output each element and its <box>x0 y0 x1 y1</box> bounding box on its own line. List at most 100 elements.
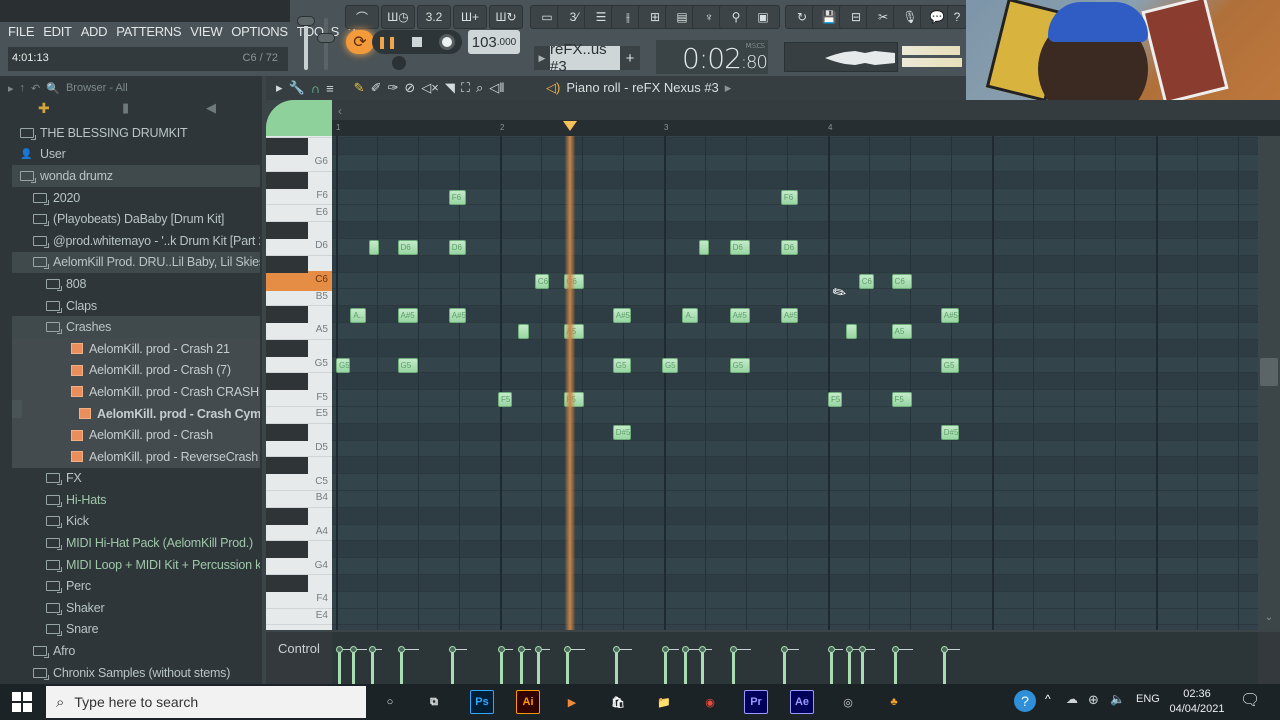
file-explorer-icon[interactable]: 📁 <box>652 690 676 714</box>
wait-record-button[interactable]: Ш◷ <box>381 5 415 29</box>
pattern-name[interactable]: reFX..us #3 <box>550 41 620 75</box>
tempo-display[interactable]: 103.000 <box>468 30 520 54</box>
velocity-handle[interactable] <box>828 646 835 653</box>
black-key[interactable] <box>266 171 308 189</box>
velocity-handle[interactable] <box>350 646 358 653</box>
velocity-stem[interactable] <box>700 650 704 684</box>
loop-record-button[interactable]: Ш↻ <box>489 5 523 29</box>
velocity-handle[interactable] <box>729 646 737 653</box>
menu-file[interactable]: FILE <box>8 24 35 44</box>
control-label[interactable]: Control <box>278 641 320 656</box>
note[interactable]: C6 <box>891 274 913 289</box>
black-key[interactable] <box>266 222 308 239</box>
countdown-button[interactable]: 3.2 <box>417 5 451 29</box>
velocity-stem[interactable] <box>499 650 503 684</box>
note[interactable]: A.. <box>682 307 699 323</box>
browser-item[interactable]: Crashes <box>12 316 260 338</box>
browser-item[interactable]: wonda drumz <box>12 165 260 187</box>
note[interactable]: D6 <box>729 240 751 256</box>
brush-icon[interactable]: ✐ <box>371 80 382 96</box>
velocity-handle[interactable] <box>612 646 620 653</box>
master-volume-handle[interactable] <box>297 16 315 26</box>
note[interactable]: G5 <box>397 358 418 373</box>
step-edit-button[interactable]: Ш+ <box>453 5 487 29</box>
note[interactable]: G5 <box>729 358 751 373</box>
menu-patterns[interactable]: PATTERNS <box>116 24 181 44</box>
black-key[interactable] <box>266 575 308 592</box>
velocity-stem[interactable] <box>450 650 454 684</box>
playback-icon[interactable]: ◁‖ <box>489 80 504 96</box>
menu-view[interactable]: VIEW <box>190 24 222 44</box>
window-button[interactable]: ▣ <box>746 5 780 29</box>
velocity-handle[interactable] <box>448 646 456 653</box>
browser-item[interactable]: Chronix Samples (without stems) <box>12 662 260 684</box>
up-arrow-icon[interactable]: ↑ <box>20 82 26 94</box>
add-pattern-button[interactable]: + <box>620 46 640 70</box>
onedrive-icon[interactable]: ☁ <box>1066 692 1078 706</box>
velocity-stem[interactable] <box>338 650 341 684</box>
browser-item[interactable]: 2020 <box>12 187 260 209</box>
start-button[interactable] <box>12 692 32 712</box>
notifications-icon[interactable]: 🗨 <box>1240 690 1260 710</box>
stop-button[interactable] <box>402 30 432 54</box>
show-hidden-icons[interactable]: ^ <box>1045 692 1051 706</box>
browser-item[interactable]: Snare <box>12 619 260 641</box>
velocity-handle[interactable] <box>336 646 343 653</box>
velocity-handle[interactable] <box>534 646 542 653</box>
browser-item[interactable]: AelomKill. prod - Crash 21 <box>12 337 260 360</box>
master-pitch-slider[interactable] <box>324 18 328 70</box>
velocity-stem[interactable] <box>520 650 524 684</box>
note[interactable]: F5 <box>828 391 843 407</box>
velocity-stem[interactable] <box>893 650 897 684</box>
pause-button[interactable]: ❚❚ <box>372 30 402 54</box>
bar-ruler[interactable] <box>332 120 1280 136</box>
velocity-handle[interactable] <box>518 646 526 653</box>
velocity-stem[interactable] <box>731 650 735 684</box>
cortana-icon[interactable]: ○ <box>378 690 402 714</box>
note[interactable]: A#5 <box>448 307 466 323</box>
velocity-handle[interactable] <box>497 646 505 653</box>
delete-icon[interactable]: ⊘ <box>404 80 415 96</box>
browser-item[interactable]: Kick <box>12 511 260 533</box>
expand-arrow-icon[interactable]: ▸ <box>8 82 14 95</box>
task-view-icon[interactable]: ⧉ <box>422 690 446 714</box>
photoshop-icon[interactable]: Ps <box>470 690 494 714</box>
browser-item[interactable]: AelomKill. prod - ReverseCrash <box>12 445 260 468</box>
velocity-stem[interactable] <box>370 650 374 684</box>
pattern-prev-button[interactable]: ▶ <box>534 46 550 70</box>
note[interactable]: F5 <box>497 391 513 407</box>
menu-icon[interactable]: ≡ <box>326 81 334 96</box>
velocity-handle[interactable] <box>940 646 948 653</box>
search-icon[interactable]: 🔍 <box>46 82 60 95</box>
wrench-icon[interactable]: 🔧 <box>289 80 305 96</box>
note[interactable]: D6 <box>780 240 799 256</box>
menu-edit[interactable]: EDIT <box>43 24 72 44</box>
piano-keyboard[interactable]: G6 F6 E6 D6 C6 B5 A5 G5 F5 E5 D5 C5 B4 A4 G4 F4 E4 <box>266 136 332 630</box>
record-button[interactable] <box>432 30 462 54</box>
browser-item[interactable]: THE BLESSING DRUMKIT <box>12 122 260 144</box>
note[interactable] <box>518 324 529 340</box>
store-icon[interactable]: 🛍 <box>606 690 630 714</box>
velocity-handle[interactable] <box>891 646 899 653</box>
browser-item[interactable]: MIDI Loop + MIDI Kit + Percussion kit <box>12 554 260 576</box>
velocity-handle[interactable] <box>698 646 706 653</box>
metronome-button[interactable]: ⌒ <box>345 5 379 29</box>
note[interactable]: A.. <box>350 307 366 323</box>
browser-item[interactable]: AelomKill. prod - Crash CRASH ups <box>12 381 260 403</box>
black-key[interactable] <box>266 138 308 155</box>
browser-item[interactable]: 👤 User <box>12 144 260 166</box>
vertical-scroll-thumb[interactable] <box>1260 358 1278 386</box>
note[interactable] <box>846 324 857 340</box>
velocity-handle[interactable] <box>682 646 690 653</box>
media-player-icon[interactable]: ▶ <box>560 690 584 714</box>
system-clock[interactable]: 02:36 04/04/2021 <box>1162 687 1232 717</box>
network-icon[interactable]: ⊕ <box>1088 692 1099 708</box>
velocity-stem[interactable] <box>942 650 946 684</box>
browser-item[interactable]: Hi-Hats <box>12 489 260 511</box>
black-key[interactable] <box>266 457 308 475</box>
note[interactable]: A#5 <box>729 307 751 323</box>
browser-item[interactable]: Afro <box>12 640 260 662</box>
browser-item[interactable]: FX <box>12 468 260 490</box>
pattern-song-toggle[interactable]: ⟳ <box>346 30 374 54</box>
note[interactable]: D6 <box>397 240 418 256</box>
